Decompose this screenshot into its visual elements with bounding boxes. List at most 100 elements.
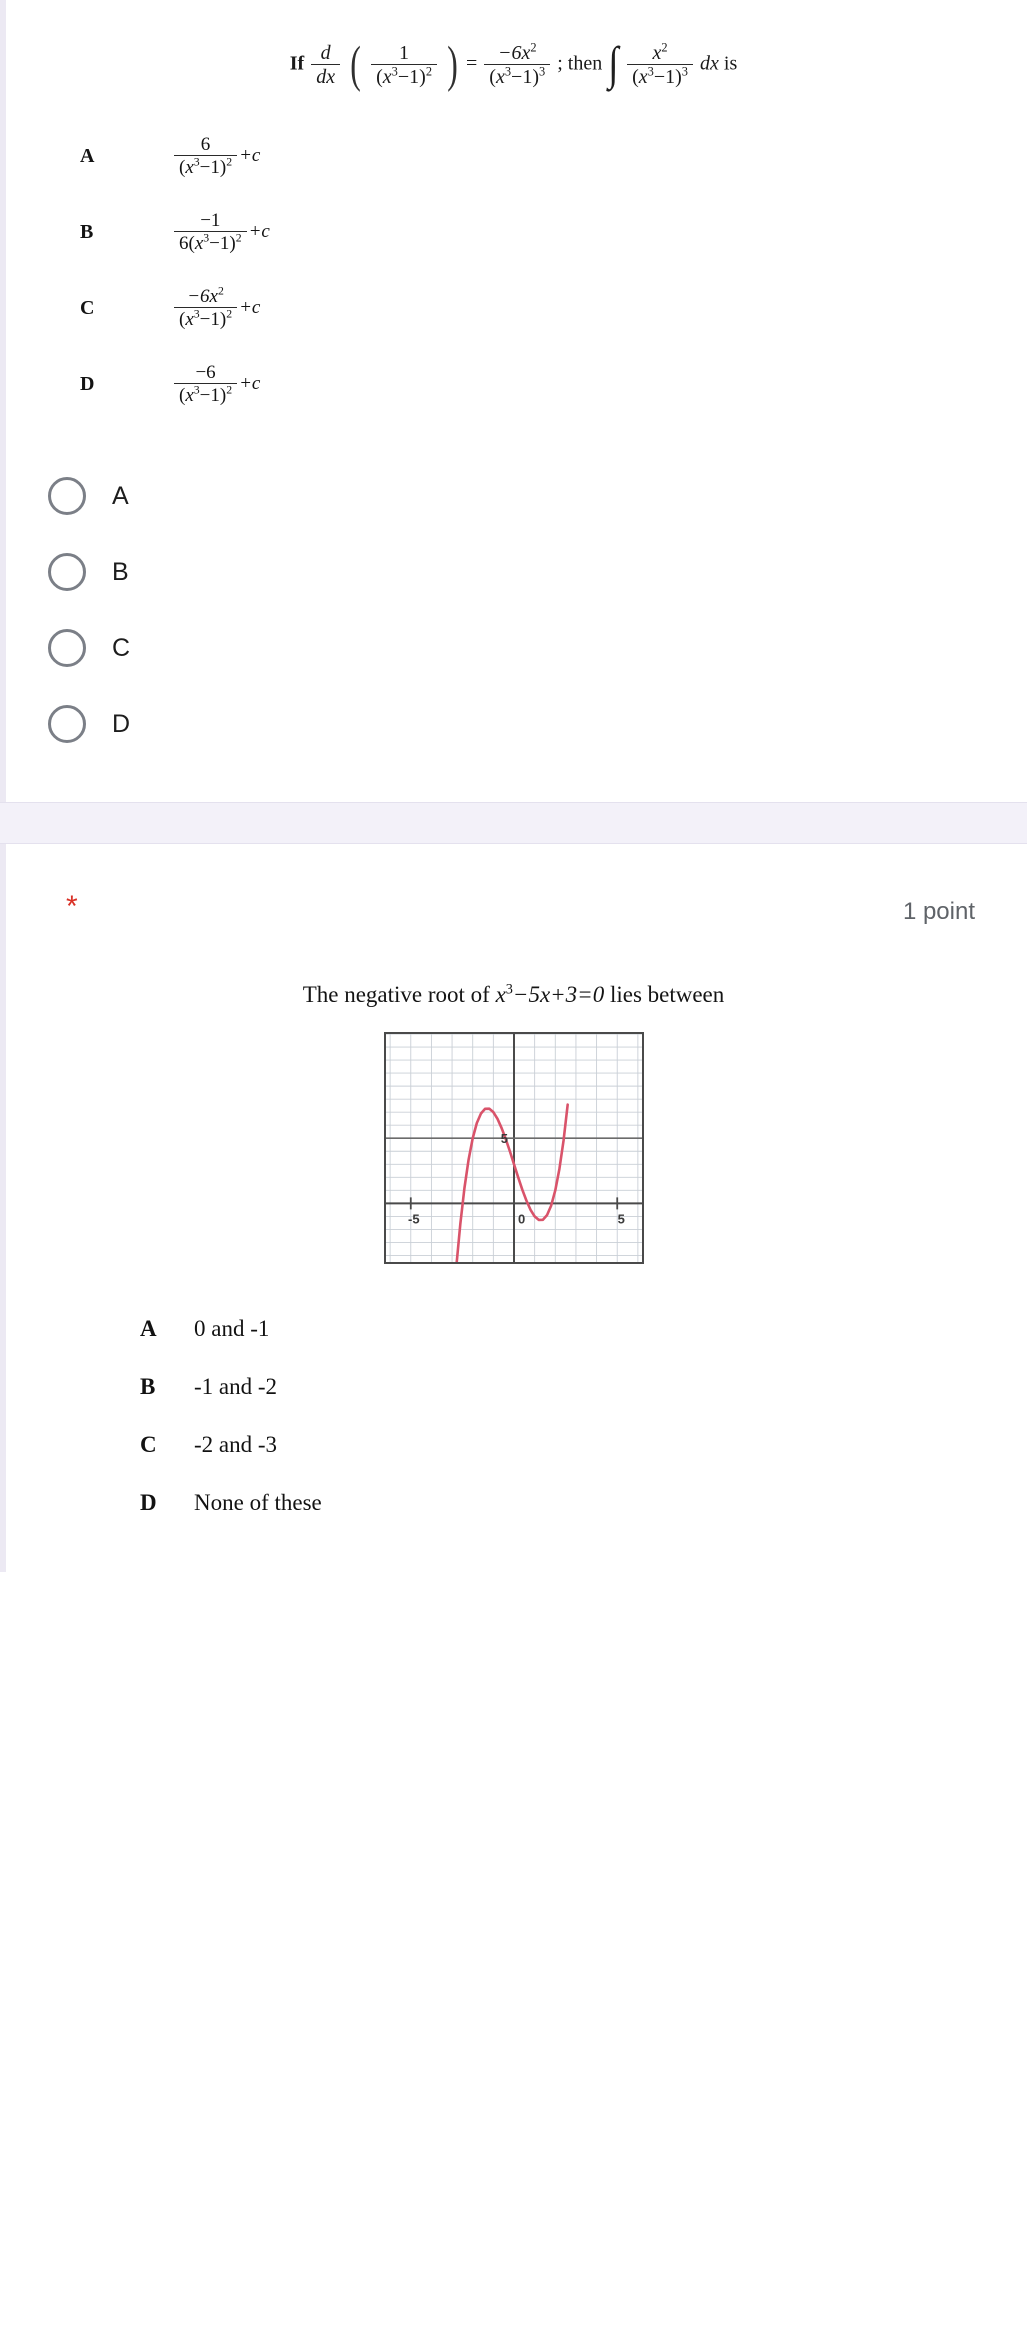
radio-option-c-label: C	[112, 633, 131, 662]
radio-option-a-label: A	[112, 481, 129, 510]
opt-d-numerator: −6	[195, 361, 216, 383]
question-2-card: * 1 point The negative root of x3−5x+3=0…	[0, 844, 1027, 1572]
required-marker: *	[66, 890, 78, 923]
radio-button-icon[interactable]	[48, 705, 86, 743]
q2-option-a-letter: A	[140, 1316, 157, 1341]
arg-den-tail: −1	[397, 66, 420, 88]
question-2-header: * 1 point	[0, 844, 1027, 926]
points-badge: 1 point	[902, 898, 975, 925]
arg-den-power: 2	[425, 64, 433, 79]
opt-c-numerator: −6x2	[187, 284, 224, 307]
int-den-tail: −1	[653, 66, 676, 88]
radio-option-d[interactable]: D	[0, 686, 1027, 762]
radio-button-icon[interactable]	[48, 477, 86, 515]
arg-den-base: x	[382, 66, 392, 88]
stem-lead-text: If	[289, 52, 305, 75]
image-option-b-letter: B	[80, 220, 94, 243]
card-separator	[0, 802, 1027, 844]
q2-option-c-text: -2 and -3	[194, 1432, 278, 1457]
int-den-base: x	[638, 66, 648, 88]
image-option-d: D −6 (x3−1)2 +c	[0, 346, 1027, 422]
derivative-argument-fraction: 1 (x3−1)2	[371, 41, 438, 89]
close-paren-icon: )	[447, 37, 458, 93]
radio-option-b[interactable]: B	[0, 534, 1027, 610]
radio-option-c[interactable]: C	[0, 610, 1027, 686]
opt-b-denominator: 6(x3−1)2	[174, 231, 247, 254]
q2-option-b-text: -1 and -2	[194, 1374, 278, 1399]
image-option-b: B −1 6(x3−1)2 +c	[0, 194, 1027, 270]
q2-option-a: A 0 and -1	[0, 1300, 1027, 1358]
rhs-denominator: (x3−1)3	[484, 64, 551, 88]
image-option-a: A 6 (x3−1)2 +c	[0, 118, 1027, 194]
cubic-function-graph: -5 0 5 5	[383, 1032, 644, 1264]
q2-poly-tail: −5x+3=0	[512, 982, 605, 1007]
radio-button-icon[interactable]	[48, 553, 86, 591]
q2-option-d-text: None of these	[194, 1490, 322, 1515]
opt-a-numerator: 6	[200, 133, 211, 155]
radio-option-a[interactable]: A	[0, 458, 1027, 534]
image-option-d-expression: −6 (x3−1)2 +c	[172, 362, 260, 407]
q2-option-a-text: 0 and -1	[194, 1316, 270, 1341]
image-option-a-expression: 6 (x3−1)2 +c	[172, 134, 260, 179]
rhs-den-base: x	[495, 66, 505, 88]
image-option-b-expression: −1 6(x3−1)2 +c	[172, 210, 270, 255]
opt-c-denominator: (x3−1)2	[174, 307, 238, 330]
stem-tail-text: is	[723, 52, 738, 75]
opt-b-numerator: −1	[200, 209, 221, 231]
rhs-numerator: −6x2	[484, 39, 550, 64]
image-option-a-letter: A	[80, 144, 95, 167]
arg-denominator: (x3−1)2	[371, 64, 438, 88]
integrand-numerator: x2	[627, 39, 693, 64]
integrand-fraction: x2 (x3−1)3	[627, 39, 693, 89]
opt-a-denominator: (x3−1)2	[174, 155, 238, 178]
int-num-exponent: 2	[661, 39, 668, 54]
opt-d-suffix: +c	[239, 373, 261, 394]
q2-option-c-letter: C	[140, 1432, 157, 1457]
svg-text:0: 0	[518, 1211, 525, 1226]
q2-option-b: B -1 and -2	[0, 1358, 1027, 1416]
rhs-num-exponent: 2	[530, 39, 537, 54]
question-2-stem: The negative root of x3−5x+3=0 lies betw…	[0, 926, 1027, 1016]
q2-poly-exponent: 3	[505, 981, 513, 998]
question-1-image-options: A 6 (x3−1)2 +c B −1 6(x3−1)2 +c C −6x2 (…	[0, 104, 1027, 448]
rhs-den-power: 3	[539, 64, 546, 79]
dx-differential: dx	[700, 52, 719, 75]
opt-d-denominator: (x3−1)2	[174, 383, 238, 406]
integrand-denominator: (x3−1)3	[627, 64, 693, 88]
arg-numerator: 1	[399, 41, 410, 64]
image-option-c-letter: C	[80, 296, 95, 319]
svg-text:5: 5	[500, 1131, 507, 1146]
question-1-radio-group[interactable]: A B C D	[0, 448, 1027, 802]
radio-button-icon[interactable]	[48, 629, 86, 667]
int-den-power: 3	[681, 64, 688, 79]
card-accent-rule	[0, 0, 6, 802]
question-1-card: If d dx ( 1 (x3−1)2 ) = −6x2 (x3−1)3 ; t…	[0, 0, 1027, 802]
question-2-graph-wrap: -5 0 5 5	[0, 1016, 1027, 1282]
radio-option-b-label: B	[112, 557, 129, 586]
svg-text:-5: -5	[407, 1211, 419, 1226]
question-1-stem: If d dx ( 1 (x3−1)2 ) = −6x2 (x3−1)3 ; t…	[0, 0, 1027, 104]
derivative-operator: d dx	[311, 41, 341, 89]
q2-polynomial: x3−5x+3=0	[496, 982, 605, 1007]
rhs-den-tail: −1	[511, 66, 533, 88]
image-option-d-letter: D	[80, 372, 95, 395]
card-accent-rule	[0, 844, 6, 1572]
radio-option-d-label: D	[112, 709, 131, 738]
rhs-fraction: −6x2 (x3−1)3	[484, 39, 551, 89]
q2-stem-suffix: lies between	[609, 982, 725, 1007]
derivative-numerator: d	[320, 41, 331, 64]
svg-text:5: 5	[617, 1211, 624, 1226]
rhs-num-text: −6x	[497, 41, 531, 64]
integral-icon: ∫	[608, 38, 619, 91]
q2-option-d: D None of these	[0, 1474, 1027, 1532]
q2-option-b-letter: B	[140, 1374, 156, 1399]
q2-poly-base: x	[495, 982, 506, 1007]
equals-sign: =	[466, 52, 478, 75]
derivative-denominator: dx	[311, 64, 341, 88]
q2-option-c: C -2 and -3	[0, 1416, 1027, 1474]
image-option-c-expression: −6x2 (x3−1)2 +c	[172, 284, 261, 331]
quiz-page: If d dx ( 1 (x3−1)2 ) = −6x2 (x3−1)3 ; t…	[0, 0, 1027, 1572]
opt-a-suffix: +c	[239, 145, 261, 166]
question-2-options: A 0 and -1 B -1 and -2 C -2 and -3 D Non…	[0, 1282, 1027, 1572]
opt-c-suffix: +c	[239, 297, 261, 318]
